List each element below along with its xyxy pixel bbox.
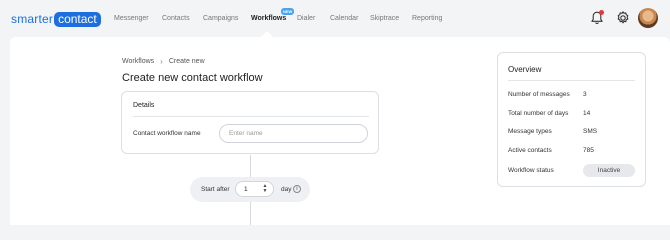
notifications-button[interactable] (589, 10, 605, 26)
breadcrumb-current: Create new (168, 58, 205, 65)
brand-logo[interactable]: smarter contact (11, 11, 101, 27)
workflow-name-label: Contact workflow name (133, 130, 201, 137)
settings-button[interactable] (615, 10, 631, 26)
overview-value: 3 (583, 91, 587, 98)
nav-item-dialer[interactable]: Dialer (297, 15, 315, 22)
notification-dot (599, 10, 604, 15)
user-avatar[interactable] (638, 8, 658, 28)
divider (508, 80, 635, 81)
overview-value: SMS (583, 128, 598, 135)
overview-title: Overview (508, 65, 542, 74)
start-after-unit: day (281, 186, 292, 193)
overview-value: 14 (583, 110, 591, 117)
start-after-stepper[interactable]: 1 ▲ ▼ (235, 181, 274, 197)
details-title: Details (133, 102, 155, 109)
workflow-name-input[interactable] (219, 124, 368, 143)
chevron-right-icon: › (160, 57, 163, 66)
divider (133, 116, 369, 117)
overview-card: Overview Number of messages 3 Total numb… (497, 52, 646, 187)
nav-item-workflows[interactable]: Workflows (251, 15, 286, 22)
gear-icon (617, 11, 629, 24)
overview-label: Total number of days (508, 110, 569, 117)
nav-item-reporting[interactable]: Reporting (412, 15, 442, 22)
start-after-node: Start after 1 ▲ ▼ day i (190, 177, 310, 202)
start-after-value: 1 (244, 186, 248, 193)
overview-label: Active contacts (508, 147, 552, 154)
details-card: Details Contact workflow name (121, 91, 379, 154)
top-navigation: smarter contact Messenger Contacts Campa… (0, 0, 670, 37)
overview-label: Number of messages (508, 91, 570, 98)
overview-label: Message types (508, 128, 552, 135)
nav-item-messenger[interactable]: Messenger (114, 15, 149, 22)
new-badge: NEW (281, 8, 295, 15)
flow-connector-top (250, 155, 251, 177)
brand-name-part2: contact (54, 11, 101, 27)
page-title: Create new contact workflow (122, 72, 263, 84)
workflow-status-label: Workflow status (508, 167, 554, 174)
nav-item-contacts[interactable]: Contacts (162, 15, 190, 22)
brand-name-part1: smarter (11, 12, 54, 26)
nav-item-calendar[interactable]: Calendar (330, 15, 358, 22)
info-icon[interactable]: i (293, 185, 301, 193)
breadcrumb-workflows-link[interactable]: Workflows (122, 58, 154, 65)
overview-value: 785 (583, 147, 594, 154)
breadcrumb: Workflows › Create new (122, 57, 205, 66)
nav-item-skiptrace[interactable]: Skiptrace (370, 15, 399, 22)
flow-connector-bottom (250, 202, 251, 225)
stepper-arrows-icon[interactable]: ▲ ▼ (262, 184, 268, 194)
nav-item-campaigns[interactable]: Campaigns (203, 15, 238, 22)
workflow-status-badge: Inactive (583, 164, 635, 177)
start-after-label: Start after (201, 186, 230, 193)
